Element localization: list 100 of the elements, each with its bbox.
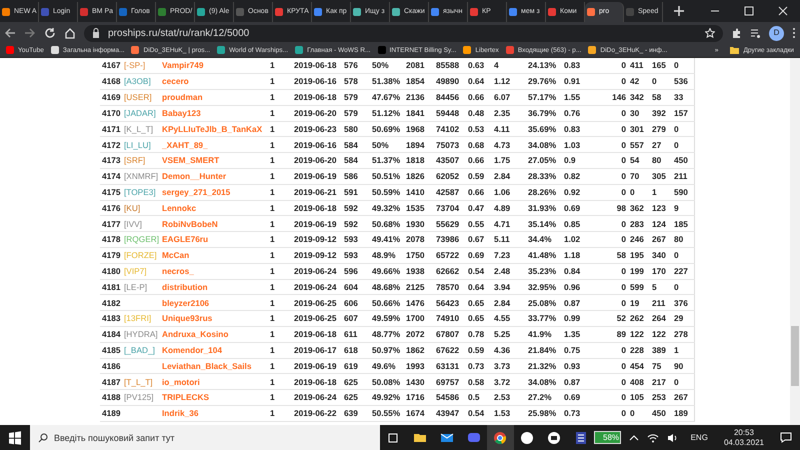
notification-icon[interactable]	[780, 432, 792, 443]
language-indicator[interactable]: ENG	[690, 432, 708, 444]
back-icon[interactable]	[4, 27, 16, 39]
table-cell: 2019-06-24	[292, 390, 342, 406]
player-link[interactable]: EAGLE76ru	[162, 234, 208, 244]
player-link[interactable]: KPyLLIuTeJlb_B_TanKaX	[162, 124, 262, 134]
table-cell: 4174	[100, 168, 122, 184]
table-cell: 596	[342, 263, 370, 280]
table-cell: 50.97%	[370, 342, 404, 358]
new-tab-icon[interactable]	[673, 5, 685, 17]
mail-icon[interactable]	[440, 430, 454, 444]
table-cell: 0.83	[562, 58, 606, 74]
clan-tag[interactable]: [SRF]	[124, 155, 146, 166]
clan-tag[interactable]: [PV125]	[124, 392, 154, 402]
table-cell: 2019-09-12	[292, 248, 342, 264]
table-cell: 74910	[434, 310, 466, 327]
reload-icon[interactable]	[44, 27, 56, 39]
playlist-icon[interactable]	[750, 28, 761, 38]
speaker-icon[interactable]	[666, 432, 679, 442]
clan-tag[interactable]: [T_L_T]	[124, 376, 153, 387]
scrollbar[interactable]	[790, 58, 800, 425]
table-cell: 586	[342, 168, 370, 184]
player-link[interactable]: distribution	[162, 282, 208, 292]
chrome-icon[interactable]	[493, 430, 508, 444]
camera-circle-icon[interactable]	[546, 430, 561, 444]
player-link[interactable]: VSEM_SMERT	[162, 155, 220, 166]
table-cell: 0	[606, 168, 628, 184]
clan-tag[interactable]: [FORZE]	[124, 250, 157, 260]
player-link[interactable]: necros_	[162, 266, 194, 276]
table-cell: 1	[268, 184, 292, 200]
task-view-icon[interactable]	[386, 430, 400, 444]
player-link[interactable]: Babay123	[162, 108, 201, 118]
table-cell: 1930	[404, 216, 434, 232]
clan-tag[interactable]: [LE-P]	[124, 282, 148, 292]
clan-tag[interactable]: [_BAD_]	[124, 345, 155, 356]
clan-tag[interactable]: [TOPE3]	[124, 187, 156, 198]
table-cell: 0.75	[562, 342, 606, 358]
home-icon[interactable]	[64, 27, 76, 39]
puzzle-icon[interactable]	[731, 28, 742, 38]
clan-tag[interactable]: [USER]	[124, 92, 152, 102]
clan-tag[interactable]: [HYDRA]	[124, 329, 158, 340]
table-cell: 450	[672, 152, 694, 169]
player-link[interactable]: bleyzer2106	[162, 298, 210, 308]
player-link[interactable]: RobiNvBobeN	[162, 218, 218, 229]
table-cell: 5.11	[492, 232, 526, 248]
player-link[interactable]: TRIPLECKS	[162, 392, 210, 402]
table-cell: 0.9	[562, 152, 606, 169]
table-cell: 1862	[404, 342, 434, 358]
menu-icon[interactable]	[792, 27, 796, 39]
table-cell: 49890	[434, 74, 466, 90]
table-cell: 1.35	[562, 326, 606, 342]
player-link[interactable]: Vampir749	[162, 60, 204, 70]
clan-tag[interactable]: [IVV]	[124, 218, 142, 229]
table-cell: 32.95%	[526, 279, 562, 295]
player-link[interactable]: Unique93rus	[162, 313, 212, 324]
player-link[interactable]: cecero	[162, 76, 189, 86]
up-caret-icon[interactable]	[628, 434, 639, 442]
star-icon[interactable]	[705, 28, 715, 38]
maximize-icon[interactable]	[744, 6, 754, 16]
clan-tag[interactable]: [KU]	[124, 202, 140, 213]
player-link[interactable]: _XAHT_89_	[162, 140, 208, 150]
clan-tag[interactable]: [RQGER]	[124, 234, 160, 244]
table-cell: 454	[628, 358, 650, 374]
table-cell: 49.6%	[370, 358, 404, 374]
table-cell: 1	[268, 406, 292, 422]
clock-time[interactable]: 20:53	[734, 428, 754, 438]
table-cell: 50.69%	[370, 121, 404, 137]
table-cell: 195	[628, 248, 650, 264]
clan-tag[interactable]: [VIP7]	[124, 266, 147, 276]
player-link[interactable]: io_motori	[162, 376, 200, 387]
chat-icon[interactable]	[466, 430, 481, 444]
clock-date[interactable]: 04.03.2021	[724, 438, 764, 448]
table-cell: 0	[672, 248, 694, 264]
app-circle-icon[interactable]	[520, 430, 534, 444]
clan-tag[interactable]: [LI_LU]	[124, 140, 151, 150]
clan-tag[interactable]: [13FRI]	[124, 313, 152, 324]
player-link[interactable]: Andruxa_Kosino	[162, 329, 228, 340]
clan-tag[interactable]: [JADAR]	[124, 108, 156, 118]
player-link[interactable]: Demon__Hunter	[162, 171, 226, 182]
clan-tag[interactable]: [A3OB]	[124, 76, 151, 86]
table-cell: 2019-06-19	[292, 216, 342, 232]
player-link[interactable]: McCan	[162, 250, 190, 260]
close-icon[interactable]	[778, 6, 788, 16]
address-bar[interactable]: proships.ru/stat/ru/rank/12/5000	[84, 24, 723, 42]
profile-avatar[interactable]: D	[769, 26, 784, 40]
table-cell: 1	[268, 310, 292, 327]
table-cell: 1826	[404, 168, 434, 184]
clan-tag[interactable]: [-SP-]	[124, 60, 146, 70]
player-link[interactable]: sergey_271_2015	[162, 187, 230, 198]
player-link[interactable]: proudman	[162, 92, 203, 102]
player-link[interactable]: Komendor_104	[162, 345, 222, 356]
taskbar-search-field[interactable]: Введіть пошуковий запит тут	[30, 425, 380, 450]
player-link[interactable]: Lennokc	[162, 202, 196, 213]
clan-tag[interactable]: [K_L_T]	[124, 124, 154, 134]
player-link[interactable]: Indrik_36	[162, 408, 198, 418]
wifi-icon[interactable]	[646, 432, 659, 442]
forward-icon[interactable]	[24, 27, 36, 39]
clan-tag[interactable]: [XNMRF]	[124, 171, 158, 182]
player-link[interactable]: Leviathan_Black_Sails	[162, 360, 252, 371]
scrollbar-thumb[interactable]	[791, 326, 799, 386]
